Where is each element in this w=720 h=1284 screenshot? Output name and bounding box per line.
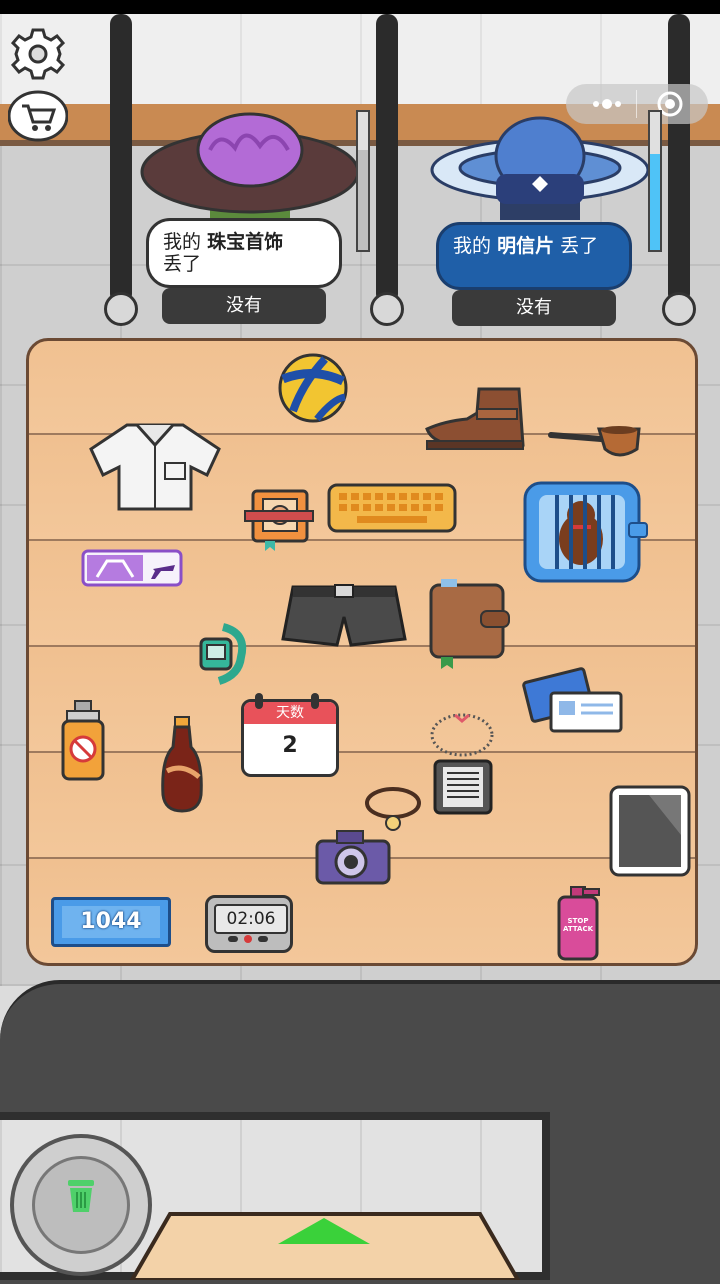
pipe-icon [548,426,641,457]
smartwatch-icon [199,623,247,685]
lost-items-table: 天数 2 1044 02:06 STOP ATTACK [26,338,698,966]
pole-right [668,14,690,304]
customer-2-avatar [430,116,650,220]
request-suffix: 丢了 [560,235,599,257]
spray-label: STOP ATTACK [562,917,594,933]
postcards-icon [522,667,623,733]
sauce-bottle-icon [161,716,203,813]
score-plate: 1044 [51,897,171,947]
score-value: 1044 [62,906,160,938]
ereader-item[interactable] [433,759,495,821]
top-bar [0,0,720,14]
pole-cap-right [662,292,696,326]
calendar-ring [255,693,263,709]
shop-button[interactable] [7,90,69,142]
postcards-item[interactable] [521,667,625,741]
boot-icon [425,387,525,450]
shirt-icon [89,423,221,511]
calendar-card: 天数 2 [241,699,339,777]
plane-ticket-icon [81,549,183,587]
patience-meter-2 [648,110,662,252]
pipe-item[interactable] [547,421,643,465]
request-item: 珠宝首饰 [207,231,284,253]
bug-spray-icon [61,700,105,781]
shorts-item[interactable] [279,581,409,655]
volleyball-icon [278,353,348,423]
request-bubble-2: 我的 明信片 丢了 [436,222,632,290]
pole-left [110,14,132,304]
camera-item[interactable] [313,827,395,891]
pole-middle [376,14,398,304]
request-prefix: 我的 [453,235,492,257]
smartwatch-item[interactable] [195,623,249,689]
patience-meter-1 [356,110,370,252]
pole-cap-middle [370,292,404,326]
request-prefix: 我的 [163,231,202,253]
stop-attack-spray-item[interactable]: STOP ATTACK [553,883,605,961]
trash-icon [64,1174,98,1214]
gear-icon [10,28,66,80]
wallet-icon [429,579,510,669]
customer-1-avatar [140,112,360,220]
shorts-icon [281,584,407,647]
request-bubble-1: 我的 珠宝首饰 丢了 [146,218,342,288]
settings-button[interactable] [8,26,68,82]
no-item-button-2[interactable]: 没有 [452,290,616,326]
up-arrow-icon[interactable] [276,1216,372,1246]
bug-spray-item[interactable] [59,699,107,787]
camera-icon [315,830,391,885]
volleyball-item[interactable] [273,353,353,427]
pet-carrier-icon [523,481,648,583]
customer-2 [430,112,650,222]
timer-device: 02:06 [205,895,293,953]
necklace-icon [430,713,494,757]
boot-item[interactable] [423,383,533,461]
photo-album-item[interactable] [243,487,315,557]
request-suffix: 丢了 [163,253,202,275]
wallet-item[interactable] [427,577,513,675]
tablet-icon [609,785,691,877]
customer-1 [140,110,360,230]
shirt-item[interactable] [87,419,223,517]
plane-ticket-item[interactable] [81,549,185,593]
cart-icon [7,90,69,142]
tablet-item[interactable] [609,785,693,883]
calendar-day: 2 [282,733,298,758]
keyboard-item[interactable] [327,483,459,539]
timer-value: 02:06 [214,904,288,934]
pole-cap-left [104,292,138,326]
necklace-item[interactable] [427,709,497,763]
sauce-bottle-item[interactable] [159,715,205,819]
no-item-button-1[interactable]: 没有 [162,288,326,324]
ereader-icon [433,759,493,815]
pet-carrier-item[interactable] [521,479,649,589]
request-item: 明信片 [497,235,555,257]
calendar-ring [311,693,319,709]
keyboard-icon [327,483,457,533]
calendar-item[interactable]: 天数 2 [241,693,339,777]
photo-album-icon [244,489,314,551]
